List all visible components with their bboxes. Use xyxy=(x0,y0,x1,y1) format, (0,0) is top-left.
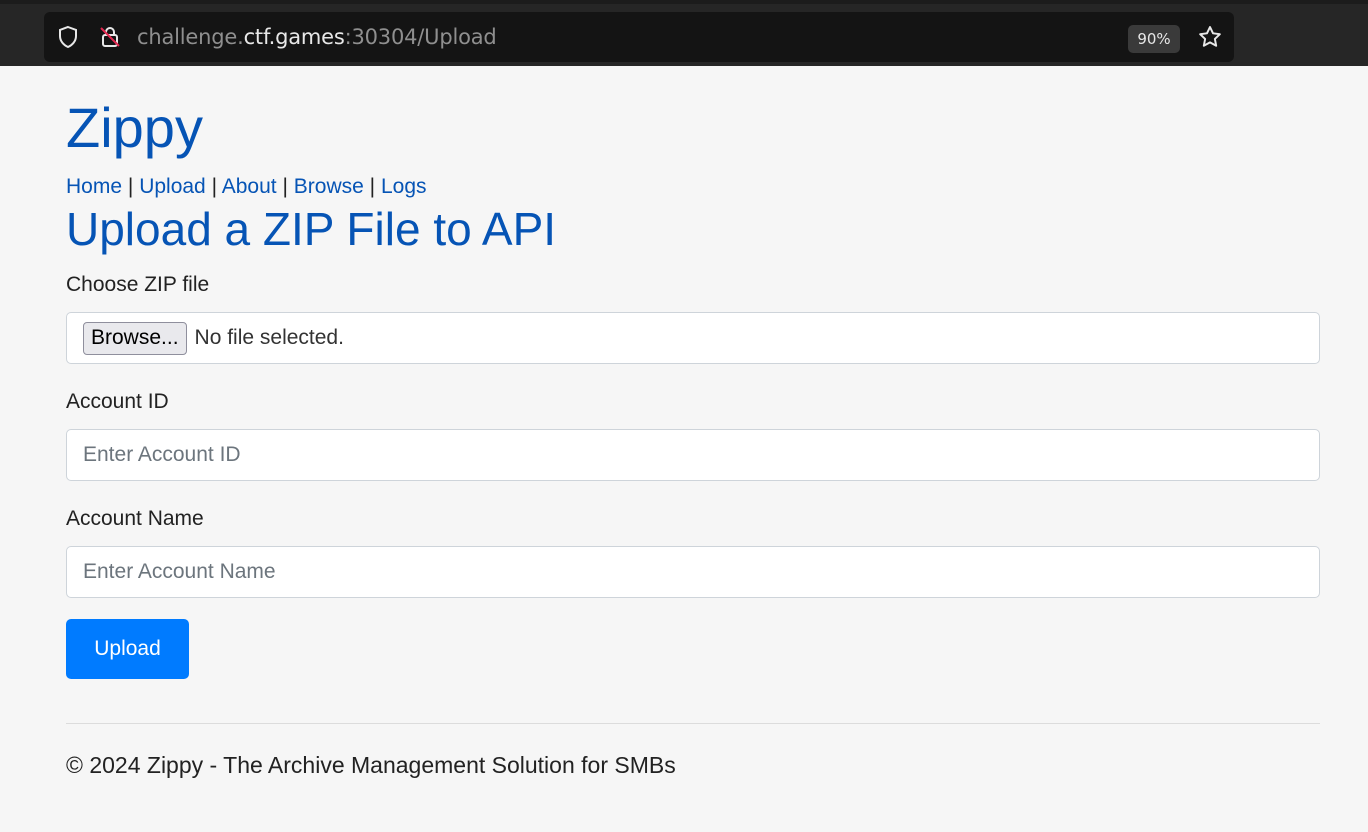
account-id-label: Account ID xyxy=(66,390,169,413)
page-content: Zippy Home | Upload | About | Browse | L… xyxy=(66,66,1320,779)
account-id-input[interactable] xyxy=(66,429,1320,481)
page-title: Upload a ZIP File to API xyxy=(66,203,557,255)
shield-icon[interactable] xyxy=(54,23,82,51)
browser-toolbar: challenge.ctf.games:30304/Upload 90% xyxy=(0,0,1368,66)
nav-separator: | xyxy=(282,175,288,198)
zoom-level-badge[interactable]: 90% xyxy=(1128,25,1180,53)
url-host: ctf.games xyxy=(243,25,345,49)
url-prefix: challenge. xyxy=(137,25,244,49)
nav-separator: | xyxy=(369,175,376,198)
nav-link-home[interactable]: Home xyxy=(66,175,122,198)
nav-link-upload[interactable]: Upload xyxy=(139,175,206,198)
file-field-label: Choose ZIP file xyxy=(66,273,210,296)
account-name-label: Account Name xyxy=(66,507,204,530)
nav-link-browse[interactable]: Browse xyxy=(294,175,364,198)
nav-separator: | xyxy=(127,175,134,198)
footer-text: © 2024 Zippy - The Archive Management So… xyxy=(66,752,676,778)
upload-button[interactable]: Upload xyxy=(66,619,189,679)
nav-link-logs[interactable]: Logs xyxy=(381,175,427,198)
site-brand: Zippy xyxy=(66,96,203,159)
nav-separator: | xyxy=(211,175,218,198)
insecure-lock-icon[interactable] xyxy=(96,23,124,51)
file-status-text: No file selected. xyxy=(194,326,344,349)
account-name-input[interactable] xyxy=(66,546,1320,598)
url-bar[interactable]: challenge.ctf.games:30304/Upload 90% xyxy=(44,12,1234,62)
url-text[interactable]: challenge.ctf.games:30304/Upload xyxy=(137,25,497,49)
browse-button[interactable]: Browse... xyxy=(83,321,187,355)
url-path: :30304/Upload xyxy=(344,25,497,49)
upload-form: Choose ZIP file Browse... No file select… xyxy=(66,272,1320,679)
nav-link-about[interactable]: About xyxy=(222,175,277,198)
bookmark-star-icon[interactable] xyxy=(1196,23,1224,51)
main-nav: Home | Upload | About | Browse | Logs xyxy=(66,174,1320,200)
footer-divider xyxy=(66,723,1320,724)
file-input[interactable]: Browse... No file selected. xyxy=(66,312,1320,364)
